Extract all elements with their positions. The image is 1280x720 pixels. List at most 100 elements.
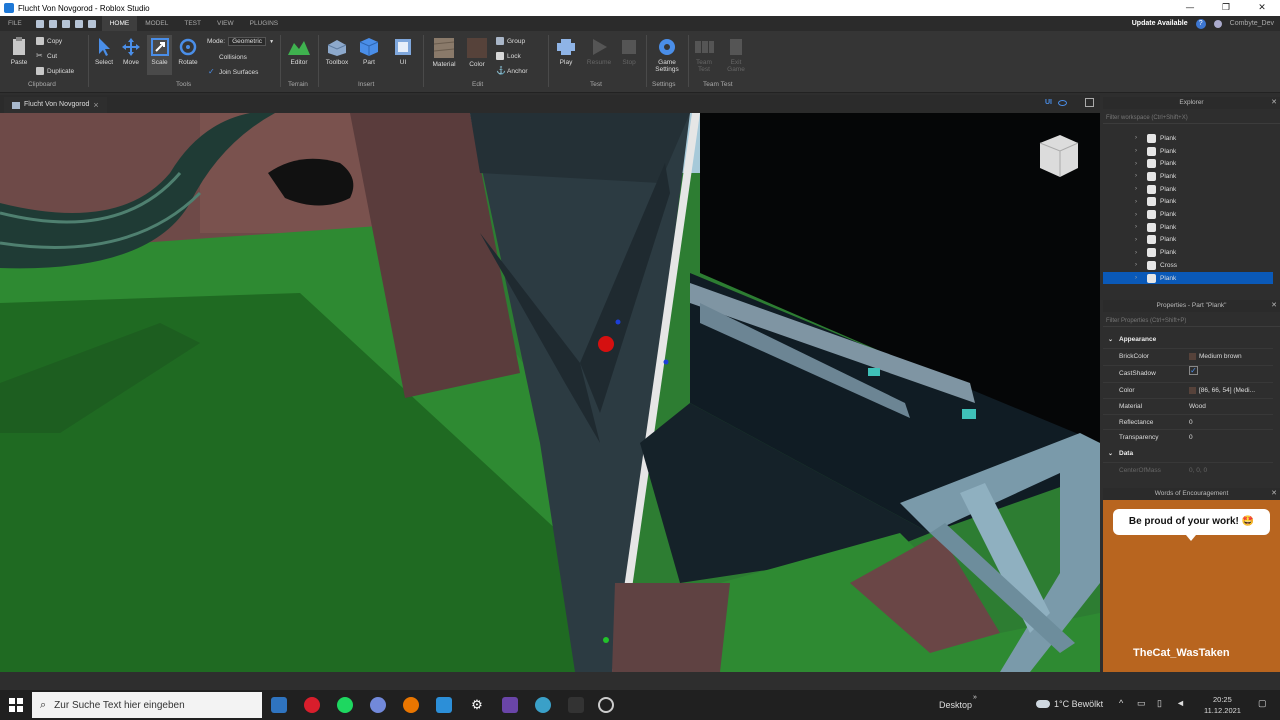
tab-view[interactable]: VIEW — [209, 16, 242, 31]
resume-button[interactable]: Resume — [585, 37, 613, 66]
cut-button[interactable]: ✂ Cut — [36, 52, 57, 60]
media-app-icon[interactable] — [502, 697, 518, 713]
prop-row-brickcolor[interactable]: BrickColor Medium brown — [1103, 348, 1273, 364]
collisions-toggle[interactable]: Collisions — [208, 53, 247, 61]
color-button[interactable]: Color — [465, 37, 489, 68]
prop-row-transparency[interactable]: Transparency 0 — [1103, 429, 1273, 445]
explorer-item[interactable]: › Plank — [1103, 145, 1273, 158]
clock-date[interactable]: 11.12.2021 — [1204, 706, 1241, 715]
prop-row-material[interactable]: Material Wood — [1103, 398, 1273, 414]
tray-expand-icon[interactable]: ^ — [1119, 698, 1123, 708]
select-tool-button[interactable]: Select — [93, 37, 115, 66]
rotate-tool-button[interactable]: Rotate — [177, 37, 199, 66]
obs-icon[interactable] — [598, 697, 614, 713]
explorer-item[interactable]: › Plank — [1103, 246, 1273, 259]
explorer-item[interactable]: › Plank — [1103, 157, 1273, 170]
tab-plugins[interactable]: PLUGINS — [242, 16, 287, 31]
blender-icon[interactable] — [403, 697, 419, 713]
data-section[interactable]: ⌄ Data — [1103, 446, 1280, 462]
explorer-item[interactable]: › Plank — [1103, 234, 1273, 247]
explorer-item[interactable]: › Plank — [1103, 196, 1273, 209]
doc-tab-place[interactable]: Flucht Von Novgorod × — [4, 97, 107, 113]
explorer-item[interactable]: › Plank — [1103, 183, 1273, 196]
fullscreen-icon[interactable] — [1085, 98, 1094, 107]
panel-close-icon[interactable]: ✕ — [1271, 97, 1277, 109]
join-surfaces-toggle[interactable]: ✓ Join Surfaces — [208, 68, 258, 76]
chevron-right-icon[interactable]: › — [1135, 250, 1137, 256]
explorer-item[interactable]: › Plank — [1103, 132, 1273, 145]
open-file-icon[interactable] — [48, 19, 57, 28]
game-settings-button[interactable]: Game Settings — [651, 37, 683, 73]
mode-selector[interactable]: Mode: Geometric ▼ — [207, 37, 274, 46]
tab-home[interactable]: HOME — [101, 16, 138, 31]
settings-gear-icon[interactable]: ⚙ — [469, 697, 485, 713]
castshadow-checkbox[interactable]: ✓ — [1189, 366, 1198, 375]
tab-model[interactable]: MODEL — [137, 16, 176, 31]
undo-icon[interactable] — [74, 19, 83, 28]
chevron-right-icon[interactable]: › — [1135, 173, 1137, 179]
network-icon[interactable]: ▭ — [1137, 698, 1146, 709]
chevron-right-icon[interactable]: › — [1135, 224, 1137, 230]
eye-icon[interactable] — [1058, 99, 1067, 106]
explorer-item[interactable]: › Cross — [1103, 259, 1273, 272]
properties-filter-input[interactable]: Filter Properties (Ctrl+Shift+P) — [1103, 315, 1280, 327]
move-tool-button[interactable]: Move — [120, 37, 142, 66]
anchor-button[interactable]: ⚓ Anchor — [496, 67, 528, 75]
new-file-icon[interactable] — [35, 19, 44, 28]
share-icon[interactable] — [1213, 19, 1222, 28]
play-button[interactable]: Play — [554, 37, 578, 66]
material-button[interactable]: Material — [430, 37, 458, 68]
chevron-right-icon[interactable]: › — [1135, 199, 1137, 205]
color-wheel-icon[interactable] — [535, 697, 551, 713]
panel-close-icon[interactable]: ✕ — [1271, 488, 1277, 500]
update-available-button[interactable]: Update Available — [1132, 20, 1188, 27]
save-icon[interactable] — [61, 19, 70, 28]
duplicate-button[interactable]: Duplicate — [36, 67, 74, 75]
prop-row-centerofmass[interactable]: CenterOfMass 0, 0, 0 — [1103, 462, 1273, 478]
explorer-item[interactable]: › Plank — [1103, 208, 1273, 221]
stop-button[interactable]: Stop — [618, 37, 640, 66]
spotify-icon[interactable] — [337, 697, 353, 713]
chevron-right-icon[interactable]: › — [1135, 212, 1137, 218]
chevron-right-icon[interactable]: › — [1135, 237, 1137, 243]
opera-icon[interactable] — [304, 697, 320, 713]
prop-row-castshadow[interactable]: CastShadow ✓ — [1103, 365, 1273, 381]
close-button[interactable]: ✕ — [1244, 0, 1280, 16]
exit-game-button[interactable]: Exit Game — [724, 37, 748, 73]
weather-widget[interactable]: 1°C Bewölkt — [1036, 699, 1103, 709]
team-test-button[interactable]: Team Test — [692, 37, 716, 73]
chevron-right-icon[interactable]: › — [1135, 161, 1137, 167]
user-name[interactable]: Combyte_Dev — [1230, 20, 1274, 27]
chevron-right-icon[interactable]: › — [1135, 148, 1137, 154]
roblox-studio-taskbar-icon[interactable] — [271, 697, 287, 713]
toolbox-button[interactable]: Toolbox — [322, 37, 352, 66]
redo-icon[interactable] — [87, 19, 96, 28]
chevron-right-icon[interactable]: › — [1135, 262, 1137, 268]
chevron-right-icon[interactable]: › — [1135, 186, 1137, 192]
cube-app-icon[interactable] — [436, 697, 452, 713]
chevron-right-icon[interactable]: › — [1135, 275, 1137, 281]
lock-button[interactable]: Lock — [496, 52, 521, 60]
mode-dropdown[interactable]: Geometric — [228, 37, 267, 46]
appearance-section[interactable]: ⌄ Appearance — [1103, 332, 1280, 348]
windows-start-button[interactable] — [0, 690, 32, 720]
ui-visibility-toggle[interactable]: UI — [1045, 99, 1052, 106]
help-icon[interactable]: ? — [1195, 18, 1206, 29]
part-button[interactable]: Part — [357, 37, 381, 66]
tab-file[interactable]: FILE — [0, 16, 30, 31]
clock-time[interactable]: 20:25 — [1213, 695, 1232, 704]
minimize-button[interactable]: — — [1172, 0, 1208, 16]
volume-icon[interactable]: ◄ — [1176, 698, 1185, 708]
prop-row-reflectance[interactable]: Reflectance 0 — [1103, 414, 1273, 430]
explorer-item[interactable]: › Plank — [1103, 170, 1273, 183]
3d-viewport[interactable] — [0, 113, 1100, 672]
chevron-right-icon[interactable]: › — [1135, 135, 1137, 141]
ui-insert-button[interactable]: UI — [391, 37, 415, 66]
tab-test[interactable]: TEST — [176, 16, 209, 31]
collisions-checkbox[interactable] — [208, 53, 216, 61]
prop-row-color[interactable]: Color [86, 66, 54] (Medi... — [1103, 382, 1273, 398]
scale-tool-button[interactable]: Scale — [147, 35, 172, 75]
battery-icon[interactable]: ▯ — [1157, 698, 1162, 709]
desktop-toolbar-label[interactable]: Desktop — [939, 700, 972, 710]
join-surfaces-checkbox[interactable]: ✓ — [208, 68, 216, 76]
